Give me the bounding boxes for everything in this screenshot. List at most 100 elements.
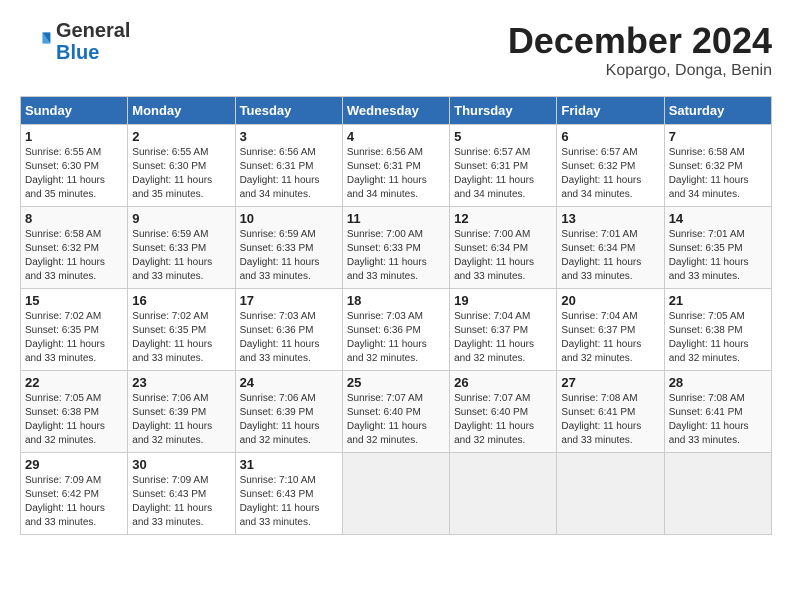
- table-row: 15 Sunrise: 7:02 AM Sunset: 6:35 PM Dayli…: [21, 289, 128, 371]
- day-number: 14: [669, 211, 767, 226]
- day-info: Sunrise: 7:02 AM Sunset: 6:35 PM Dayligh…: [132, 310, 230, 366]
- day-info: Sunrise: 6:55 AM Sunset: 6:30 PM Dayligh…: [132, 146, 230, 202]
- table-row: 4 Sunrise: 6:56 AM Sunset: 6:31 PM Daylig…: [342, 125, 449, 207]
- day-info: Sunrise: 6:59 AM Sunset: 6:33 PM Dayligh…: [240, 228, 338, 284]
- logo: General Blue: [20, 20, 130, 64]
- table-row: 29 Sunrise: 7:09 AM Sunset: 6:42 PM Dayli…: [21, 453, 128, 535]
- table-row: 26 Sunrise: 7:07 AM Sunset: 6:40 PM Dayli…: [450, 371, 557, 453]
- day-info: Sunrise: 7:00 AM Sunset: 6:33 PM Dayligh…: [347, 228, 445, 284]
- calendar-table: Sunday Monday Tuesday Wednesday Thursday…: [20, 96, 772, 535]
- calendar-week-row: 29 Sunrise: 7:09 AM Sunset: 6:42 PM Dayli…: [21, 453, 772, 535]
- day-number: 17: [240, 293, 338, 308]
- table-row: 17 Sunrise: 7:03 AM Sunset: 6:36 PM Dayli…: [235, 289, 342, 371]
- col-saturday: Saturday: [664, 97, 771, 125]
- day-number: 18: [347, 293, 445, 308]
- day-number: 20: [561, 293, 659, 308]
- day-number: 10: [240, 211, 338, 226]
- table-row: 9 Sunrise: 6:59 AM Sunset: 6:33 PM Daylig…: [128, 207, 235, 289]
- table-row: 8Sunrise: 6:58 AM Sunset: 6:32 PM Daylig…: [21, 207, 128, 289]
- day-number: 28: [669, 375, 767, 390]
- day-number: 22: [25, 375, 123, 390]
- day-number: 3: [240, 129, 338, 144]
- calendar-week-row: 15 Sunrise: 7:02 AM Sunset: 6:35 PM Dayli…: [21, 289, 772, 371]
- calendar-week-row: 8Sunrise: 6:58 AM Sunset: 6:32 PM Daylig…: [21, 207, 772, 289]
- day-info: Sunrise: 7:02 AM Sunset: 6:35 PM Dayligh…: [25, 310, 123, 366]
- table-row: 5 Sunrise: 6:57 AM Sunset: 6:31 PM Daylig…: [450, 125, 557, 207]
- day-number: 26: [454, 375, 552, 390]
- table-row: 13 Sunrise: 7:01 AM Sunset: 6:34 PM Dayli…: [557, 207, 664, 289]
- table-row: 31 Sunrise: 7:10 AM Sunset: 6:43 PM Dayli…: [235, 453, 342, 535]
- day-number: 12: [454, 211, 552, 226]
- day-number: 31: [240, 457, 338, 472]
- day-number: 5: [454, 129, 552, 144]
- table-row: 22 Sunrise: 7:05 AM Sunset: 6:38 PM Dayli…: [21, 371, 128, 453]
- table-row: 28 Sunrise: 7:08 AM Sunset: 6:41 PM Dayli…: [664, 371, 771, 453]
- day-number: 4: [347, 129, 445, 144]
- day-info: Sunrise: 7:05 AM Sunset: 6:38 PM Dayligh…: [669, 310, 767, 366]
- table-row: 14 Sunrise: 7:01 AM Sunset: 6:35 PM Dayli…: [664, 207, 771, 289]
- table-row: 30Sunrise: 7:09 AM Sunset: 6:43 PM Dayli…: [128, 453, 235, 535]
- day-number: 13: [561, 211, 659, 226]
- day-info: Sunrise: 7:08 AM Sunset: 6:41 PM Dayligh…: [669, 392, 767, 448]
- day-number: 15: [25, 293, 123, 308]
- day-info: Sunrise: 7:04 AM Sunset: 6:37 PM Dayligh…: [454, 310, 552, 366]
- calendar-week-row: 22 Sunrise: 7:05 AM Sunset: 6:38 PM Dayli…: [21, 371, 772, 453]
- day-info: Sunrise: 6:57 AM Sunset: 6:31 PM Dayligh…: [454, 146, 552, 202]
- table-row: 18 Sunrise: 7:03 AM Sunset: 6:36 PM Dayli…: [342, 289, 449, 371]
- table-row: 12 Sunrise: 7:00 AM Sunset: 6:34 PM Dayli…: [450, 207, 557, 289]
- day-number: 19: [454, 293, 552, 308]
- day-number: 7: [669, 129, 767, 144]
- day-info: Sunrise: 7:08 AM Sunset: 6:41 PM Dayligh…: [561, 392, 659, 448]
- day-info: Sunrise: 7:06 AM Sunset: 6:39 PM Dayligh…: [240, 392, 338, 448]
- day-info: Sunrise: 7:05 AM Sunset: 6:38 PM Dayligh…: [25, 392, 123, 448]
- table-row: 23 Sunrise: 7:06 AM Sunset: 6:39 PM Dayli…: [128, 371, 235, 453]
- table-row: 27 Sunrise: 7:08 AM Sunset: 6:41 PM Dayli…: [557, 371, 664, 453]
- day-info: Sunrise: 7:04 AM Sunset: 6:37 PM Dayligh…: [561, 310, 659, 366]
- day-info: Sunrise: 7:03 AM Sunset: 6:36 PM Dayligh…: [240, 310, 338, 366]
- calendar-week-row: 1 Sunrise: 6:55 AM Sunset: 6:30 PM Daylig…: [21, 125, 772, 207]
- day-number: 1: [25, 129, 123, 144]
- table-row: 3 Sunrise: 6:56 AM Sunset: 6:31 PM Daylig…: [235, 125, 342, 207]
- table-row: [342, 453, 449, 535]
- col-monday: Monday: [128, 97, 235, 125]
- month-title: December 2024: [508, 20, 772, 62]
- col-tuesday: Tuesday: [235, 97, 342, 125]
- day-info: Sunrise: 6:56 AM Sunset: 6:31 PM Dayligh…: [240, 146, 338, 202]
- logo-icon: [20, 26, 52, 58]
- day-info: Sunrise: 7:07 AM Sunset: 6:40 PM Dayligh…: [347, 392, 445, 448]
- day-info: Sunrise: 7:07 AM Sunset: 6:40 PM Dayligh…: [454, 392, 552, 448]
- table-row: 10 Sunrise: 6:59 AM Sunset: 6:33 PM Dayli…: [235, 207, 342, 289]
- day-number: 16: [132, 293, 230, 308]
- col-thursday: Thursday: [450, 97, 557, 125]
- table-row: 16 Sunrise: 7:02 AM Sunset: 6:35 PM Dayli…: [128, 289, 235, 371]
- day-info: Sunrise: 7:03 AM Sunset: 6:36 PM Dayligh…: [347, 310, 445, 366]
- day-info: Sunrise: 7:09 AM Sunset: 6:43 PM Dayligh…: [132, 474, 230, 530]
- logo-blue-text: Blue: [56, 42, 99, 64]
- day-info: Sunrise: 7:00 AM Sunset: 6:34 PM Dayligh…: [454, 228, 552, 284]
- day-number: 9: [132, 211, 230, 226]
- day-number: 24: [240, 375, 338, 390]
- day-info: Sunrise: 7:01 AM Sunset: 6:34 PM Dayligh…: [561, 228, 659, 284]
- day-number: 2: [132, 129, 230, 144]
- day-info: Sunrise: 6:59 AM Sunset: 6:33 PM Dayligh…: [132, 228, 230, 284]
- day-info: Sunrise: 6:56 AM Sunset: 6:31 PM Dayligh…: [347, 146, 445, 202]
- day-number: 21: [669, 293, 767, 308]
- table-row: 11 Sunrise: 7:00 AM Sunset: 6:33 PM Dayli…: [342, 207, 449, 289]
- table-row: [664, 453, 771, 535]
- day-info: Sunrise: 7:09 AM Sunset: 6:42 PM Dayligh…: [25, 474, 123, 530]
- table-row: 19 Sunrise: 7:04 AM Sunset: 6:37 PM Dayli…: [450, 289, 557, 371]
- day-info: Sunrise: 6:55 AM Sunset: 6:30 PM Dayligh…: [25, 146, 123, 202]
- day-number: 29: [25, 457, 123, 472]
- day-number: 23: [132, 375, 230, 390]
- table-row: 6Sunrise: 6:57 AM Sunset: 6:32 PM Daylig…: [557, 125, 664, 207]
- table-row: 2 Sunrise: 6:55 AM Sunset: 6:30 PM Daylig…: [128, 125, 235, 207]
- table-row: [450, 453, 557, 535]
- day-info: Sunrise: 7:10 AM Sunset: 6:43 PM Dayligh…: [240, 474, 338, 530]
- title-area: December 2024 Kopargo, Donga, Benin: [508, 20, 772, 80]
- day-number: 8: [25, 211, 123, 226]
- day-info: Sunrise: 7:01 AM Sunset: 6:35 PM Dayligh…: [669, 228, 767, 284]
- day-info: Sunrise: 7:06 AM Sunset: 6:39 PM Dayligh…: [132, 392, 230, 448]
- day-number: 11: [347, 211, 445, 226]
- page-header: General Blue December 2024 Kopargo, Dong…: [20, 20, 772, 80]
- day-number: 27: [561, 375, 659, 390]
